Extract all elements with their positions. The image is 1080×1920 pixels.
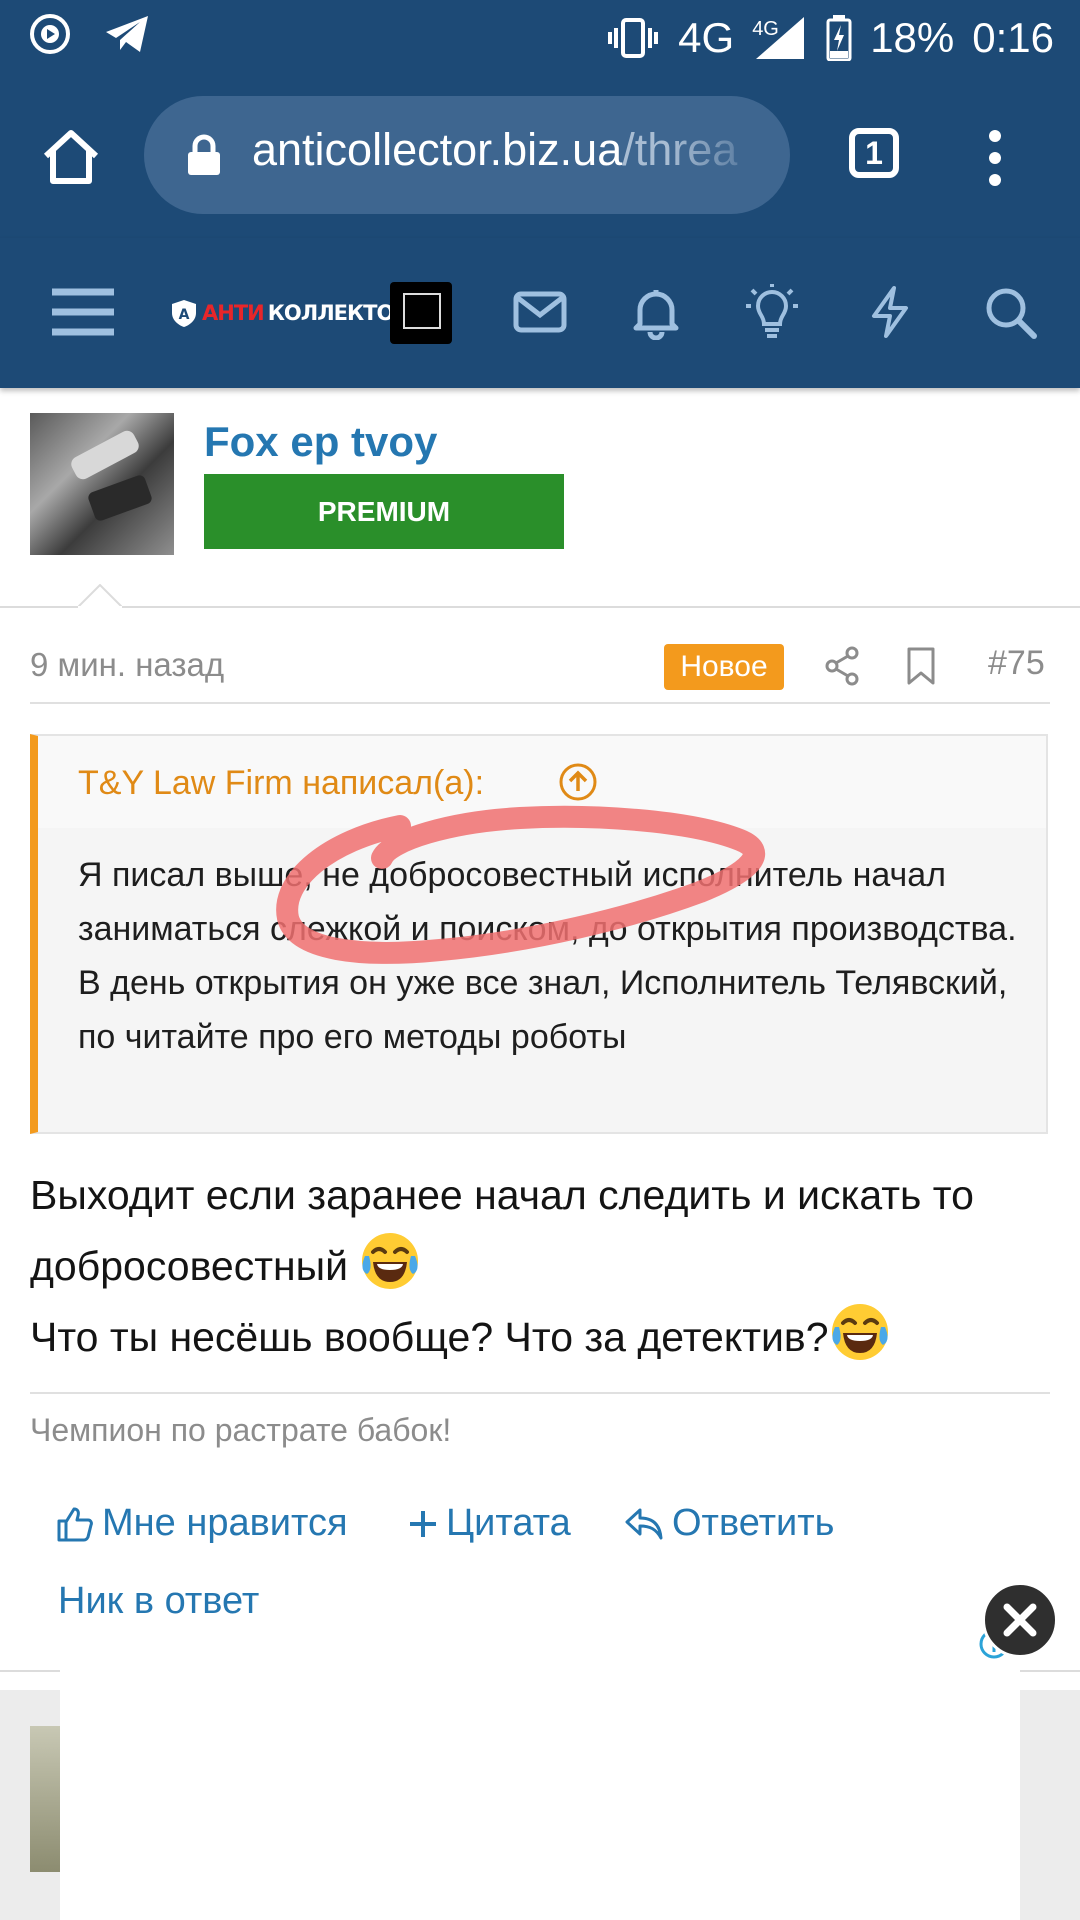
url-path: /threa: [622, 124, 738, 175]
signal-icon: 4G: [752, 13, 808, 63]
premium-badge: PREMIUM: [204, 474, 564, 549]
user-signature: Чемпион по растрате бабок!: [30, 1412, 452, 1448]
tears-of-joy-emoji-icon: [359, 1230, 421, 1292]
nick-reply-button[interactable]: Ник в ответ: [58, 1580, 259, 1623]
address-bar[interactable]: anticollector.biz.ua/threa: [144, 96, 790, 214]
thumbs-up-icon: [57, 1507, 93, 1541]
battery-icon: [826, 15, 852, 61]
bell-icon[interactable]: [628, 284, 684, 340]
menu-icon[interactable]: [50, 284, 116, 340]
play-icon: [30, 14, 70, 54]
quote-header: T&Y Law Firm написал(а):: [38, 736, 1046, 828]
battery-percent: 18%: [870, 14, 955, 61]
shield-icon: A: [172, 300, 196, 327]
url-domain: anticollector.biz.ua: [252, 124, 623, 175]
search-icon[interactable]: [982, 284, 1038, 340]
divider: [30, 702, 1050, 704]
like-button[interactable]: Мне нравится: [56, 1502, 348, 1545]
overflow-menu-icon[interactable]: [988, 128, 1002, 188]
partner-logo[interactable]: [390, 282, 452, 344]
plus-icon: [410, 1510, 436, 1537]
new-badge: Новое: [664, 644, 784, 690]
lightbulb-icon[interactable]: [744, 284, 800, 340]
avatar[interactable]: [30, 413, 174, 555]
logo-text-red: АНТИ: [202, 301, 265, 325]
divider: [0, 606, 1080, 608]
close-ad-button[interactable]: [982, 1582, 1058, 1658]
message-line-2: Что ты несёшь вообще? Что за детектив?: [30, 1314, 829, 1360]
site-logo[interactable]: A АНТИ КОЛЛЕКТОР: [170, 295, 409, 331]
mail-icon[interactable]: [512, 284, 568, 340]
lightning-icon[interactable]: [862, 284, 918, 340]
divider: [30, 1392, 1050, 1394]
post-message: Выходит если заранее начал следить и иск…: [30, 1160, 1050, 1372]
browser-toolbar: anticollector.biz.ua/threa 1: [0, 76, 1080, 238]
network-type: 4G: [678, 14, 735, 61]
clock: 0:16: [972, 14, 1054, 61]
like-label: Мне нравится: [102, 1502, 348, 1544]
svg-text:A: A: [179, 307, 190, 323]
telegram-icon: [106, 16, 148, 52]
ad-banner[interactable]: [60, 1630, 1020, 1920]
quote-label: Цитата: [446, 1502, 571, 1544]
tab-switcher-button[interactable]: 1: [849, 128, 899, 178]
close-icon: [1003, 1603, 1037, 1637]
vibrate-icon: [608, 18, 659, 58]
bookmark-icon[interactable]: [906, 646, 936, 686]
status-bar: 4G 4G 18% 0:16: [0, 0, 1080, 76]
quote-block: T&Y Law Firm написал(а): Я писал выше, н…: [30, 734, 1048, 1134]
reply-label: Ответить: [672, 1502, 835, 1544]
lock-icon: [188, 134, 220, 175]
next-post-avatar[interactable]: [30, 1726, 60, 1872]
post-timestamp[interactable]: 9 мин. назад: [30, 646, 224, 684]
quote-text: Я писал выше, не добросовестный исполнит…: [78, 856, 1017, 1056]
site-navigation: A АНТИ КОЛЛЕКТОР: [0, 238, 1080, 388]
logo-text-white: КОЛЛЕКТОР: [267, 301, 409, 325]
nick-reply-label: Ник в ответ: [58, 1580, 260, 1622]
reply-icon: [625, 1508, 663, 1539]
tears-of-joy-emoji-icon: [829, 1301, 891, 1363]
quote-button[interactable]: Цитата: [408, 1502, 571, 1545]
reply-button[interactable]: Ответить: [624, 1502, 834, 1545]
post-number[interactable]: #75: [988, 644, 1045, 683]
post-author-name[interactable]: Fox ep tvoy: [204, 418, 437, 466]
pointer-arrow: [78, 584, 122, 608]
message-line-1: Выходит если заранее начал следить и иск…: [30, 1172, 974, 1289]
url-text: anticollector.biz.ua/threa: [252, 124, 772, 176]
quote-author[interactable]: T&Y Law Firm написал(а):: [78, 764, 484, 803]
jump-to-quote-icon[interactable]: [558, 762, 598, 802]
share-icon[interactable]: [824, 646, 860, 686]
home-icon[interactable]: [40, 126, 102, 188]
